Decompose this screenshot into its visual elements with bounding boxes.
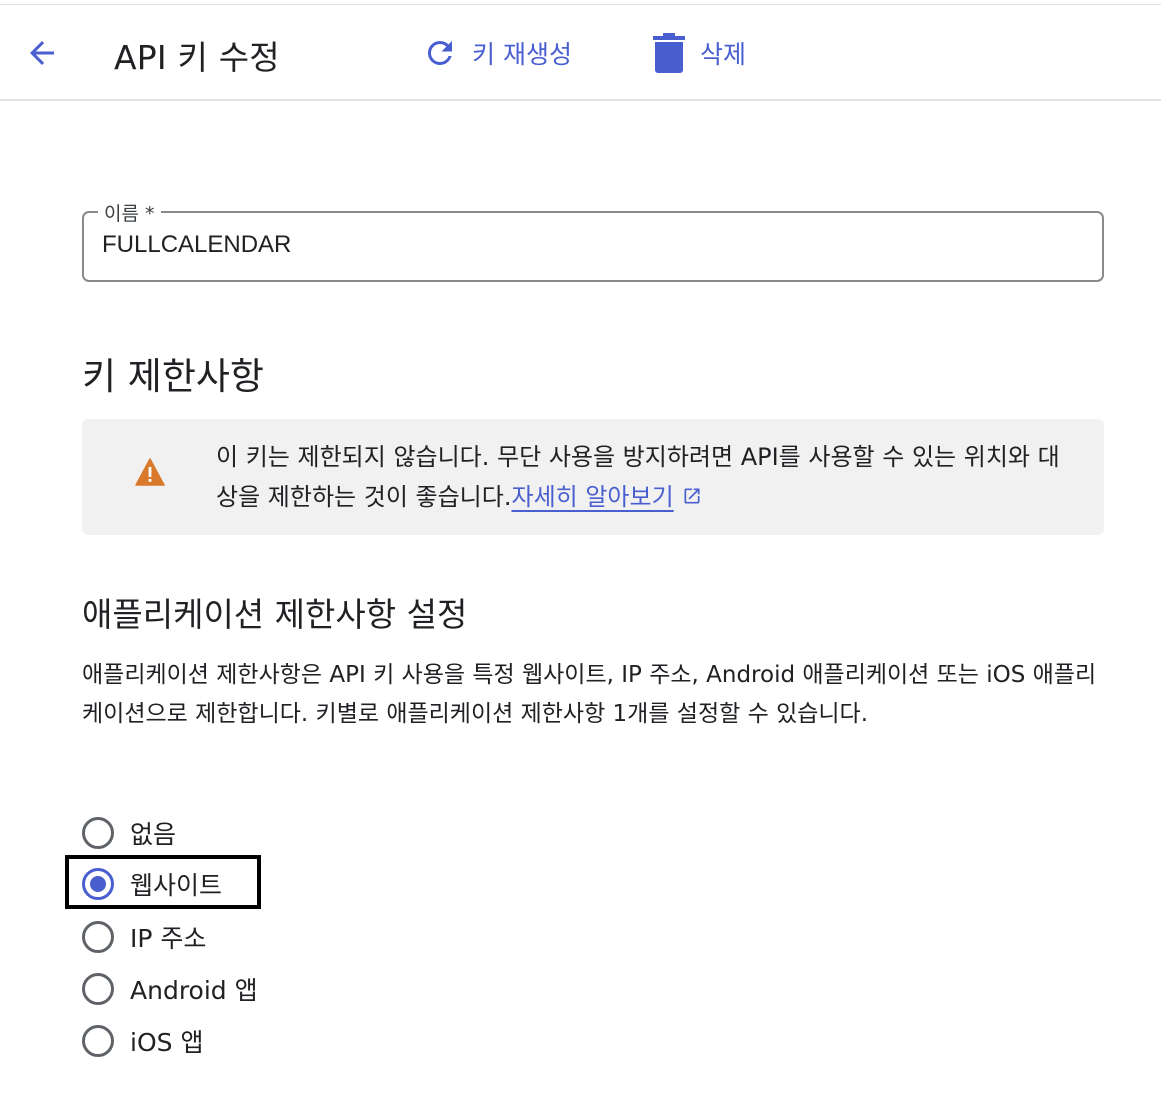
- warning-icon: [135, 458, 165, 486]
- radio-button[interactable]: [82, 973, 114, 1005]
- unrestricted-warning: 이 키는 제한되지 않습니다. 무단 사용을 방지하려면 API를 사용할 수 …: [82, 419, 1104, 535]
- learn-more-label: 자세히 알아보기: [511, 483, 674, 511]
- name-field-label: 이름 *: [98, 199, 161, 226]
- page-header: API 키 수정 키 재생성 삭제: [0, 5, 1161, 101]
- radio-label: 웹사이트: [130, 871, 223, 900]
- name-field[interactable]: 이름 *: [82, 199, 1104, 282]
- external-link-icon: [684, 488, 700, 504]
- arrow-left-icon: [30, 41, 54, 65]
- refresh-icon: [422, 35, 458, 71]
- radio-button[interactable]: [82, 868, 114, 900]
- regenerate-key-button[interactable]: 키 재생성: [422, 31, 572, 75]
- delete-label: 삭제: [700, 40, 747, 69]
- key-restrictions-title: 키 제한사항: [82, 355, 264, 398]
- radio-option-android-apps[interactable]: Android 앱: [82, 971, 258, 1007]
- radio-button[interactable]: [82, 921, 114, 953]
- page-title: API 키 수정: [114, 38, 280, 77]
- back-button[interactable]: [22, 33, 62, 73]
- radio-label: iOS 앱: [130, 1028, 204, 1057]
- delete-button[interactable]: 삭제: [652, 31, 746, 75]
- radio-label: Android 앱: [130, 976, 258, 1005]
- name-input[interactable]: [102, 231, 1082, 259]
- warning-text-block: 이 키는 제한되지 않습니다. 무단 사용을 방지하려면 API를 사용할 수 …: [216, 437, 1076, 517]
- radio-button[interactable]: [82, 817, 114, 849]
- radio-label: IP 주소: [130, 924, 207, 953]
- app-restrictions-title: 애플리케이션 제한사항 설정: [82, 595, 468, 634]
- app-restrictions-description: 애플리케이션 제한사항은 API 키 사용을 특정 웹사이트, IP 주소, A…: [82, 662, 1097, 727]
- learn-more-link[interactable]: 자세히 알아보기: [511, 483, 673, 511]
- radio-option-none[interactable]: 없음: [82, 815, 176, 851]
- trash-icon: [652, 33, 686, 73]
- radio-label: 없음: [130, 820, 177, 849]
- regenerate-key-label: 키 재생성: [472, 40, 572, 69]
- radio-option-websites[interactable]: 웹사이트: [82, 866, 222, 902]
- radio-button[interactable]: [82, 1025, 114, 1057]
- radio-option-ip-addresses[interactable]: IP 주소: [82, 919, 206, 955]
- radio-option-ios-apps[interactable]: iOS 앱: [82, 1023, 203, 1059]
